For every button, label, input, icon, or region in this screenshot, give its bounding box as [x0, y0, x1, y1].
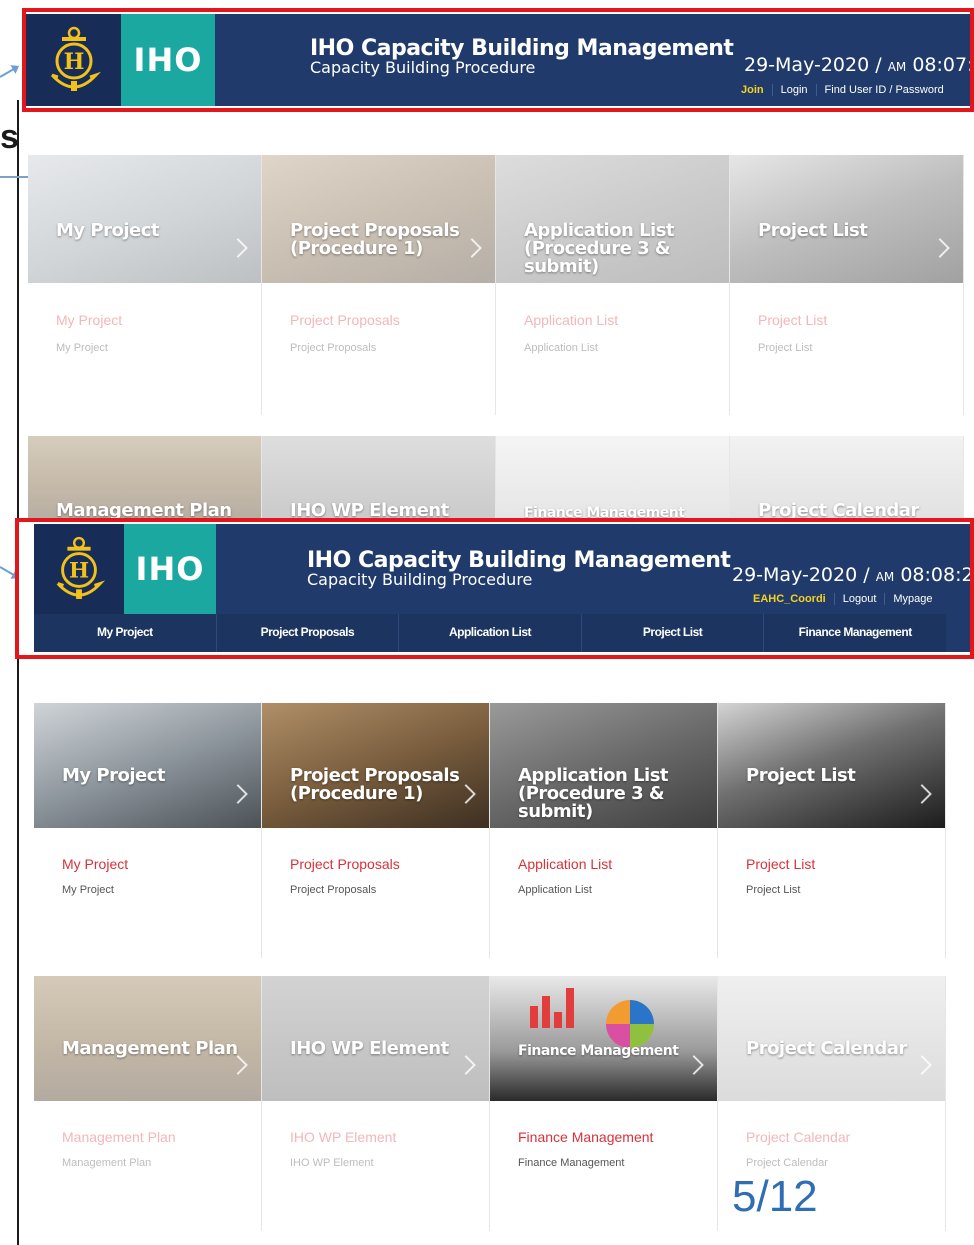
tile-title[interactable]: Application List — [518, 856, 612, 872]
slide-heading-fragment: s — [0, 118, 19, 156]
tile-project-proposals[interactable]: Project Proposals (Procedure 1) Project P… — [262, 703, 490, 958]
tile-my-project[interactable]: My Project My Project My Project — [28, 155, 262, 415]
tile-image-label-line2: (Procedure 3 & submit) — [518, 783, 665, 822]
tile-title[interactable]: Management Plan — [62, 1129, 176, 1145]
tile-image-label: Application List (Procedure 3 & submit) — [524, 222, 729, 276]
tile-title[interactable]: Project List — [746, 856, 815, 872]
slide-heading-underline — [0, 176, 30, 178]
tile-image-label: IHO WP Element — [290, 1038, 449, 1059]
slide-page-number: 5/12 — [732, 1172, 818, 1221]
tile-finance-management[interactable]: Finance Management Finance Management Fi… — [490, 976, 718, 1231]
tile-image-label-line2: (Procedure 1) — [290, 783, 423, 804]
tile-title[interactable]: My Project — [62, 856, 128, 872]
tile-image-label: Project List — [758, 220, 868, 241]
tile-image-label: Project Proposals (Procedure 1) — [290, 767, 460, 804]
highlight-box-user — [15, 518, 974, 659]
tile-description: Project Proposals — [290, 884, 377, 896]
tile-description: Project Calendar — [746, 1157, 828, 1169]
tile-title[interactable]: Project Calendar — [746, 1129, 850, 1145]
tile-my-project[interactable]: My Project My Project My Project — [34, 703, 262, 958]
tile-title[interactable]: Project List — [758, 312, 827, 328]
tile-image-label: My Project — [62, 765, 166, 786]
tile-image-label: Management Plan — [62, 1038, 238, 1059]
tile-description: Project List — [758, 342, 813, 354]
tile-application-list[interactable]: Application List (Procedure 3 & submit) A… — [490, 703, 718, 958]
tile-image-label-line2: (Procedure 1) — [290, 238, 423, 259]
tile-title[interactable]: IHO WP Element — [290, 1129, 396, 1145]
tile-finance-management[interactable]: Finance Management — [496, 436, 730, 521]
tile-description: My Project — [56, 342, 108, 354]
tile-image-label: Project Calendar — [746, 1038, 907, 1059]
tile-description: IHO WP Element — [290, 1157, 374, 1169]
chart-on-laptop-icon — [530, 988, 654, 1048]
tile-application-list[interactable]: Application List (Procedure 3 & submit) A… — [496, 155, 730, 415]
tile-image — [262, 155, 495, 283]
tile-project-list[interactable]: Project List Project List Project List — [718, 703, 946, 958]
tile-project-calendar[interactable]: Project Calendar — [730, 436, 964, 520]
tile-description: Project Proposals — [290, 342, 377, 354]
tile-image-label-line2: (Procedure 3 & submit) — [524, 238, 671, 277]
tile-project-proposals[interactable]: Project Proposals (Procedure 1) Project P… — [262, 155, 496, 415]
highlight-box-guest — [22, 8, 974, 112]
tile-title[interactable]: Application List — [524, 312, 618, 328]
tile-description: Finance Management — [518, 1157, 625, 1169]
tile-image-label: Project Proposals (Procedure 1) — [290, 222, 460, 259]
tile-image-label: Application List (Procedure 3 & submit) — [518, 767, 717, 821]
tile-image-label: Finance Management — [518, 1043, 679, 1059]
tile-description: Application List — [518, 884, 592, 896]
tile-iho-wp-element[interactable]: IHO WP Element IHO WP Element IHO WP Ele… — [262, 976, 490, 1231]
tile-title[interactable]: Project Proposals — [290, 856, 400, 872]
tile-image — [28, 155, 261, 283]
callout-arrow-icon — [0, 66, 18, 78]
tile-title[interactable]: My Project — [56, 312, 122, 328]
tile-image — [730, 155, 963, 283]
slide-left-rule — [17, 100, 19, 1245]
tile-image-label: Project List — [746, 765, 856, 786]
tile-description: Management Plan — [62, 1157, 152, 1169]
tile-description: Application List — [524, 342, 598, 354]
tile-iho-wp-element[interactable]: IHO WP Element — [262, 436, 496, 520]
tile-image-label: My Project — [56, 220, 160, 241]
tile-management-plan[interactable]: Management Plan — [28, 436, 262, 520]
tile-image — [490, 976, 717, 1101]
tile-title[interactable]: Finance Management — [518, 1129, 653, 1145]
tile-title[interactable]: Project Proposals — [290, 312, 400, 328]
tile-description: Project List — [746, 884, 801, 896]
tile-description: My Project — [62, 884, 114, 896]
tile-management-plan[interactable]: Management Plan Management Plan Manageme… — [34, 976, 262, 1231]
tile-project-list[interactable]: Project List Project List Project List — [730, 155, 964, 415]
